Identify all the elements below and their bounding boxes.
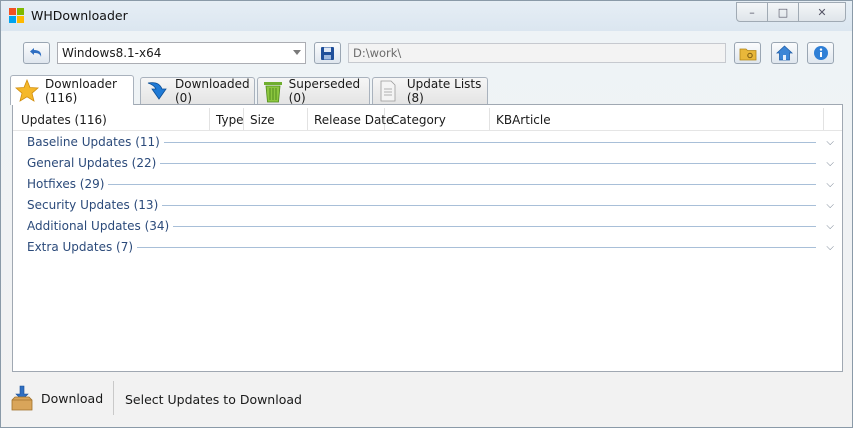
minimize-button[interactable]: – — [736, 2, 768, 22]
tab-downloaded-label: Downloaded (0) — [175, 77, 250, 105]
group-label: Extra Updates (7) — [27, 240, 134, 254]
status-message: Select Updates to Download — [125, 392, 302, 407]
tab-update-lists[interactable]: Update Lists (8) — [372, 77, 488, 105]
home-button[interactable] — [771, 42, 798, 64]
group-divider — [108, 184, 816, 185]
group-label: Security Updates (13) — [27, 198, 159, 212]
group-divider — [160, 163, 816, 164]
group-additional-updates[interactable]: Additional Updates (34) ⌵ — [27, 216, 834, 236]
tab-update-lists-label: Update Lists (8) — [406, 77, 482, 105]
status-bar: Download Select Updates to Download — [1, 376, 852, 420]
tab-downloaded[interactable]: Downloaded (0) — [140, 77, 255, 105]
tab-superseded-label: Superseded (0) — [288, 77, 361, 105]
window-title: WHDownloader — [31, 8, 128, 23]
tab-downloader[interactable]: Downloader (116) — [10, 75, 134, 105]
column-header-kbarticle[interactable]: KBArticle — [490, 108, 824, 130]
group-general-updates[interactable]: General Updates (22) ⌵ — [27, 153, 834, 173]
chevron-down-icon[interactable]: ⌵ — [820, 200, 834, 211]
column-header-release-date[interactable]: Release Date — [308, 108, 393, 130]
chevron-down-icon[interactable]: ⌵ — [820, 158, 834, 169]
download-button[interactable]: Download — [11, 382, 103, 414]
group-extra-updates[interactable]: Extra Updates (7) ⌵ — [27, 237, 834, 257]
download-button-label: Download — [41, 390, 104, 406]
tab-superseded[interactable]: Superseded (0) — [257, 77, 370, 105]
column-header-updates[interactable]: Updates (116) — [15, 108, 210, 130]
group-baseline-updates[interactable]: Baseline Updates (11) ⌵ — [27, 132, 834, 152]
updates-list[interactable]: Updates (116) Type Size Release Date Cat… — [12, 104, 843, 372]
group-label: General Updates (22) — [27, 156, 157, 170]
document-icon — [380, 80, 396, 102]
group-divider — [173, 226, 816, 227]
save-icon — [321, 46, 334, 60]
undo-icon — [29, 48, 41, 57]
close-button[interactable]: ✕ — [798, 2, 846, 22]
home-icon — [776, 45, 793, 61]
maximize-button[interactable]: □ — [767, 2, 799, 22]
chevron-down-icon[interactable] — [293, 50, 301, 55]
app-logo-icon — [9, 8, 25, 24]
star-icon — [15, 79, 39, 102]
os-select-value: Windows8.1-x64 — [62, 46, 162, 60]
column-header-size[interactable]: Size — [244, 108, 308, 130]
info-icon — [813, 46, 828, 60]
chevron-down-icon[interactable]: ⌵ — [820, 179, 834, 190]
path-field[interactable]: D:\work\ — [348, 43, 726, 63]
tab-downloader-label: Downloader (116) — [45, 76, 117, 105]
group-divider — [137, 247, 816, 248]
chevron-down-icon[interactable]: ⌵ — [820, 221, 834, 232]
save-button[interactable] — [314, 42, 341, 64]
trash-icon — [264, 82, 283, 103]
toolbar: Windows8.1-x64 D:\work\ — [1, 37, 852, 71]
chevron-down-icon[interactable]: ⌵ — [820, 242, 834, 253]
group-security-updates[interactable]: Security Updates (13) ⌵ — [27, 195, 834, 215]
column-header-category[interactable]: Category — [385, 108, 490, 130]
group-label: Additional Updates (34) — [27, 219, 170, 233]
group-hotfixes[interactable]: Hotfixes (29) ⌵ — [27, 174, 834, 194]
main-window: WHDownloader – □ ✕ Windows8.1-x64 D:\wor… — [0, 0, 853, 428]
group-label: Baseline Updates (11) — [27, 135, 160, 149]
group-divider — [162, 205, 816, 206]
column-header-type[interactable]: Type — [210, 108, 244, 130]
browse-folder-button[interactable] — [734, 42, 761, 64]
folder-icon — [739, 48, 756, 60]
title-bar[interactable]: WHDownloader – □ ✕ — [1, 1, 852, 30]
chevron-down-icon[interactable]: ⌵ — [820, 137, 834, 148]
download-box-icon — [11, 385, 33, 411]
info-button[interactable] — [807, 42, 834, 64]
os-select[interactable]: Windows8.1-x64 — [57, 42, 306, 64]
list-header: Updates (116) Type Size Release Date Cat… — [13, 108, 842, 131]
undo-button[interactable] — [23, 42, 50, 64]
group-divider — [163, 142, 816, 143]
group-label: Hotfixes (29) — [27, 177, 105, 191]
download-arrow-icon — [147, 82, 167, 100]
window-controls: – □ ✕ — [736, 2, 846, 22]
status-divider — [113, 381, 114, 415]
